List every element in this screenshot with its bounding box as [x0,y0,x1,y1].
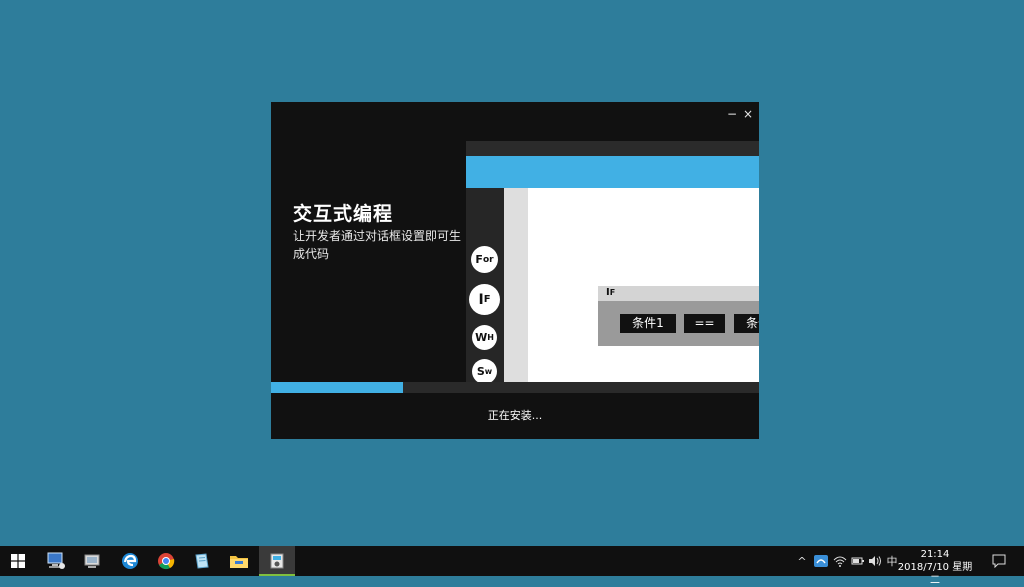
tray-overflow-chevron-icon[interactable]: ^ [794,546,810,576]
preview-topbar [466,141,759,156]
condition2-field: 条件2 [734,314,759,333]
wifi-icon[interactable] [831,546,849,576]
windows-start-icon[interactable] [0,546,36,576]
edge-icon[interactable] [112,546,148,576]
volume-icon[interactable] [866,546,884,576]
condition1-field: 条件1 [620,314,676,333]
install-status: 正在安装... [487,409,543,422]
operator-field: == [684,314,725,333]
chrome-icon[interactable] [148,546,184,576]
preview-header-bar [466,156,759,188]
notification-icon[interactable] [988,546,1010,576]
preview-toolbar: For IF WH Sw Pm [466,188,504,382]
minimize-button[interactable]: − [725,107,739,121]
clock-date: 2018/7/10 星期二 [897,562,973,586]
hero-description: 让开发者通过对话框设置即可生成代码 [293,229,462,261]
preview-canvas: IF × 条件1 == 条件2 [528,188,759,382]
clock-time: 21:14 [920,549,950,560]
network-icon[interactable] [74,546,110,576]
installer-window: − × 交互式编程 让开发者通过对话框设置即可生成代码 For IF WH Sw… [271,102,759,439]
clock[interactable]: 21:14 2018/7/10 星期二 [895,548,975,587]
if-statement-icon: IF [469,284,500,315]
taskbar: ^ 中 21:14 2018/7/10 星期二 [0,546,1024,586]
while-loop-icon: WH [472,325,497,350]
if-dialog-title: IF [606,287,616,298]
preview-gutter [504,188,528,382]
if-dialog-titlebar: IF × [598,286,759,301]
file-explorer-icon[interactable] [221,546,257,576]
installer-app-icon[interactable] [259,546,295,576]
computer-icon[interactable] [38,546,74,576]
install-progress-bar [271,382,759,393]
notepad-icon[interactable] [184,546,220,576]
battery-icon[interactable] [849,546,867,576]
hero-title: 交互式编程 [293,203,394,225]
if-dialog: IF × 条件1 == 条件2 [598,286,759,346]
switch-statement-icon: Sw [472,359,497,382]
install-progress-fill [271,382,403,393]
close-button[interactable]: × [741,107,755,121]
tray-app-icon[interactable] [812,546,830,576]
for-loop-icon: For [471,246,498,273]
feature-preview: For IF WH Sw Pm IF × 条件1 == 条件2 [466,141,759,382]
